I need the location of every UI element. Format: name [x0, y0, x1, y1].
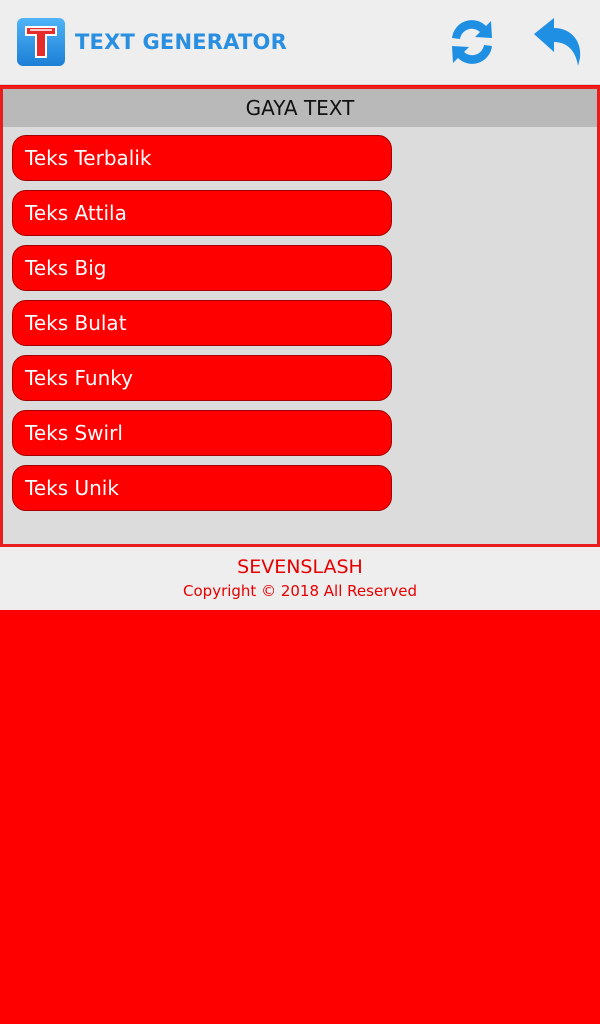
style-button-attila[interactable]: Teks Attila — [12, 190, 392, 236]
style-button-unik[interactable]: Teks Unik — [12, 465, 392, 511]
app-footer: SEVENSLASH Copyright © 2018 All Reserved — [0, 547, 600, 610]
style-button-swirl[interactable]: Teks Swirl — [12, 410, 392, 456]
refresh-icon — [444, 14, 500, 70]
app-title: TEXT GENERATOR — [75, 30, 287, 54]
style-button-funky[interactable]: Teks Funky — [12, 355, 392, 401]
style-list: Teks Terbalik Teks Attila Teks Big Teks … — [12, 135, 392, 520]
footer-copyright: Copyright © 2018 All Reserved — [183, 582, 417, 600]
app-header: TEXT GENERATOR — [0, 0, 600, 85]
style-button-big[interactable]: Teks Big — [12, 245, 392, 291]
refresh-button[interactable] — [444, 14, 500, 70]
undo-button[interactable] — [530, 14, 586, 70]
text-generator-logo-icon — [17, 18, 65, 66]
undo-icon — [530, 14, 586, 70]
style-button-bulat[interactable]: Teks Bulat — [12, 300, 392, 346]
empty-red-area — [0, 610, 600, 1024]
panel-heading: GAYA TEXT — [3, 89, 597, 127]
footer-brand: SEVENSLASH — [237, 556, 363, 578]
gaya-text-panel: GAYA TEXT Teks Terbalik Teks Attila Teks… — [0, 86, 600, 547]
style-button-terbalik[interactable]: Teks Terbalik — [12, 135, 392, 181]
